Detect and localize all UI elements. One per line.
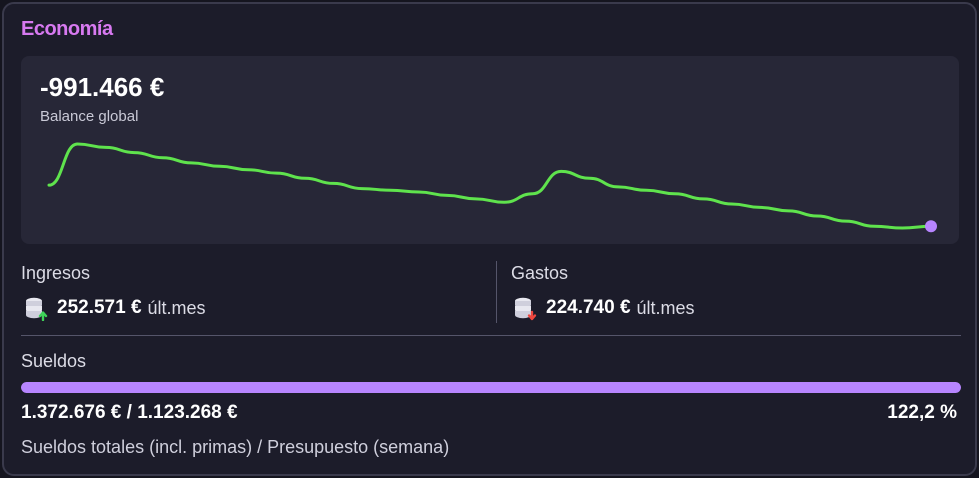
balance-panel[interactable]: -991.466 € Balance global xyxy=(21,56,959,244)
balance-sparkline xyxy=(47,142,937,233)
sueldos-caption: Sueldos totales (incl. primas) / Presupu… xyxy=(21,437,450,457)
coins-down-icon xyxy=(515,297,537,321)
coins-up-icon xyxy=(26,297,48,321)
gastos-suffix: últ.mes xyxy=(636,297,695,318)
sueldos-percent: 122,2 % xyxy=(887,402,957,423)
card-title: Economía xyxy=(21,18,113,40)
economy-card: Economía -991.466 € Balance global Ingre… xyxy=(2,2,977,476)
ingresos-label: Ingresos xyxy=(21,263,91,283)
sueldos-amounts: 1.372.676 € / 1.123.268 € xyxy=(21,402,238,423)
gastos-value: 224.740 € xyxy=(546,297,631,318)
balance-current-marker[interactable] xyxy=(925,220,937,233)
ingresos-row[interactable]: 252.571 € últ.mes xyxy=(23,295,206,321)
ingresos-value: 252.571 € xyxy=(57,297,142,318)
gastos-row[interactable]: 224.740 € últ.mes xyxy=(512,295,695,321)
gastos-label: Gastos xyxy=(511,263,569,283)
sueldos-progress-fill xyxy=(21,382,961,393)
balance-trend-line xyxy=(47,142,933,230)
section-divider xyxy=(21,335,961,336)
sueldos-progress-bar[interactable] xyxy=(21,382,961,393)
stats-divider xyxy=(496,261,497,323)
ingresos-suffix: últ.mes xyxy=(147,297,206,318)
sueldos-label: Sueldos xyxy=(21,351,87,371)
